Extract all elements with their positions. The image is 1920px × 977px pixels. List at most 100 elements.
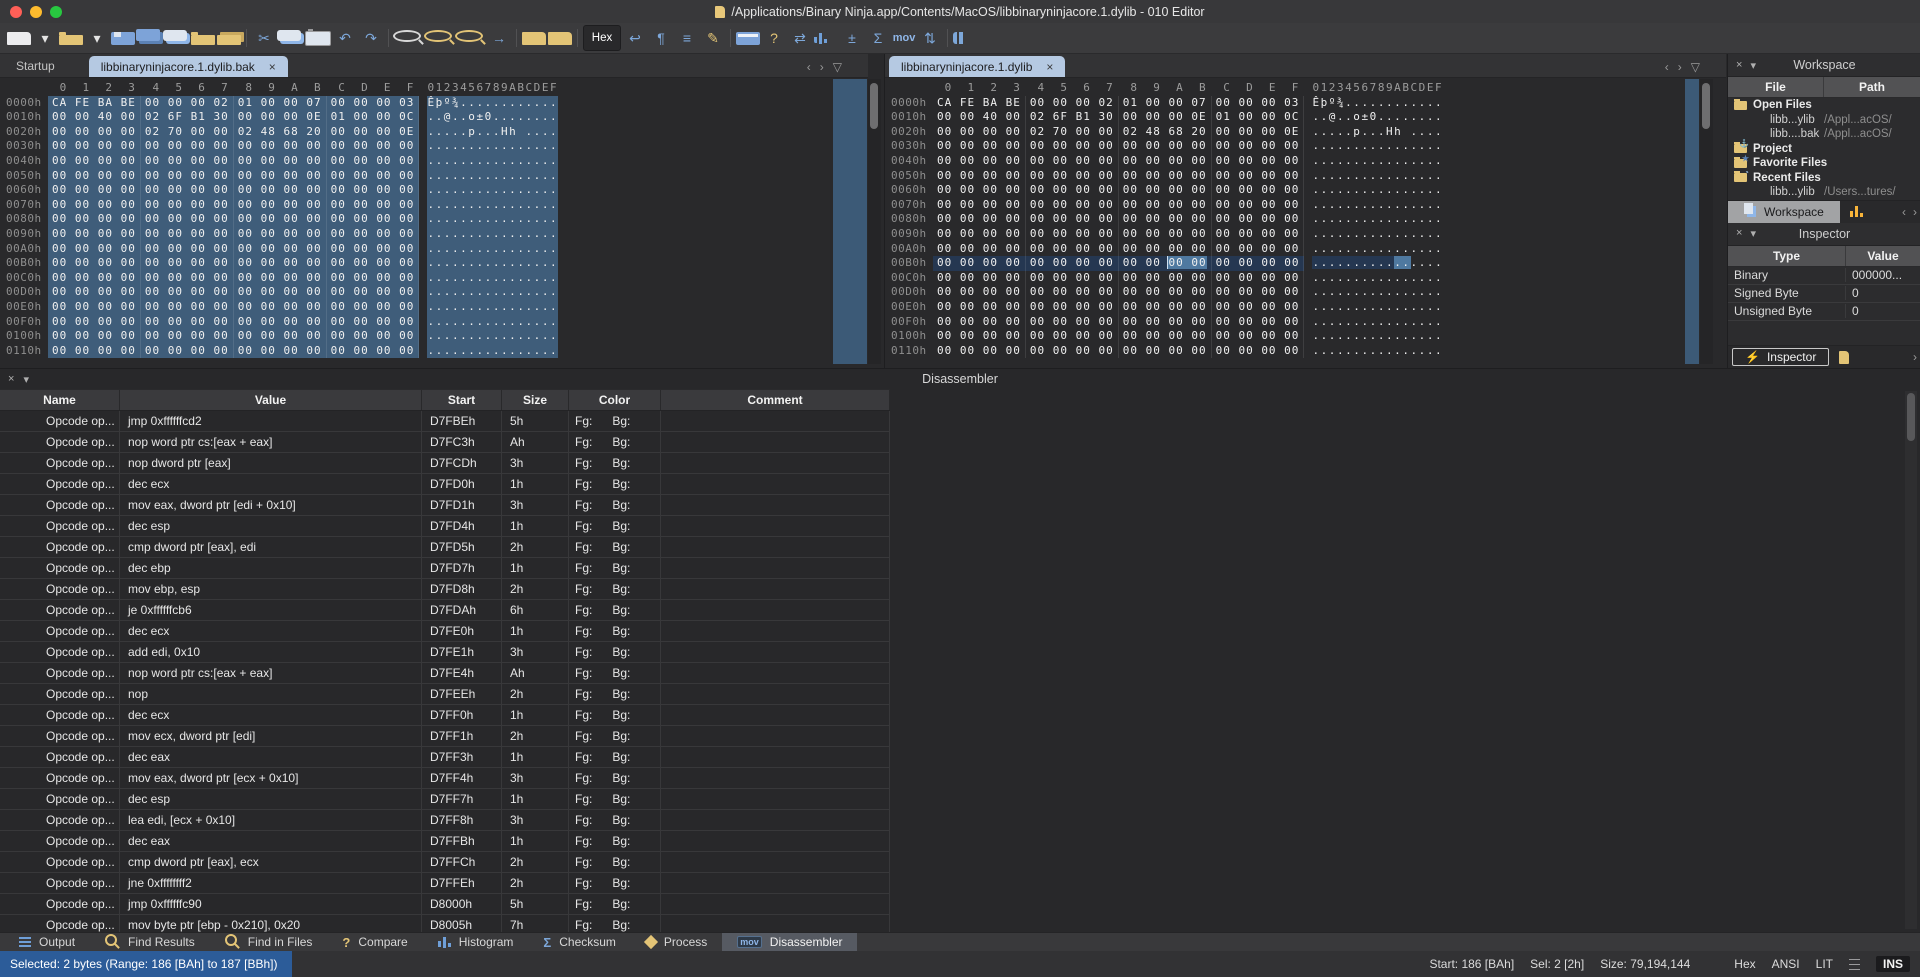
- prev-panel-icon[interactable]: ‹: [1902, 205, 1906, 219]
- disassembler-row[interactable]: Opcode op... add edi, 0x10 D7FE1h 3h Fg:…: [0, 642, 890, 663]
- disassembler-row[interactable]: Opcode op... dec ecx D7FE0h 1h Fg: Bg:: [0, 621, 890, 642]
- tab-list-icon[interactable]: ▽: [833, 60, 842, 74]
- tooltab-disassembler[interactable]: mov Disassembler: [722, 933, 858, 951]
- scrollbar-thumb[interactable]: [1702, 83, 1710, 129]
- tab-dylib[interactable]: libbinaryninjacore.1.dylib ×: [889, 56, 1066, 77]
- disassembler-row[interactable]: Opcode op... je 0xffffffcb6 D7FDAh 6h Fg…: [0, 600, 890, 621]
- hex-row[interactable]: 00C0h 00 00 00 00 00 00 00 00 00 00 00 0…: [0, 270, 868, 286]
- word-wrap-icon[interactable]: ↩: [623, 26, 647, 50]
- hex-row[interactable]: 0020h 00 00 00 00 02 70 00 00 02 48 68 2…: [885, 124, 1726, 140]
- workspace-file-item[interactable]: libb....bak /Appl...acOS/: [1728, 127, 1920, 142]
- disassembler-row[interactable]: Opcode op... mov eax, dword ptr [edi + 0…: [0, 495, 890, 516]
- hex-row[interactable]: 00A0h 00 00 00 00 00 00 00 00 00 00 00 0…: [0, 241, 868, 257]
- status-endian[interactable]: LIT: [1816, 957, 1833, 971]
- histogram-icon[interactable]: [814, 32, 838, 44]
- hex-row[interactable]: 0060h 00 00 00 00 00 00 00 00 00 00 00 0…: [885, 183, 1726, 198]
- scrollbar-thumb[interactable]: [1907, 393, 1915, 441]
- tooltab-histogram[interactable]: Histogram: [423, 933, 529, 951]
- hex-row[interactable]: 00A0h 00 00 00 00 00 00 00 00 00 00 00 0…: [885, 241, 1726, 257]
- selected-bytes[interactable]: 00 00: [1167, 256, 1207, 270]
- hex-row[interactable]: 0110h 00 00 00 00 00 00 00 00 00 00 00 0…: [0, 343, 868, 359]
- disassembler-row[interactable]: Opcode op... jmp 0xffffffcd2 D7FBEh 5h F…: [0, 411, 890, 432]
- hex-row[interactable]: 0010h 00 00 40 00 02 6F B1 30 00 00 00 0…: [885, 110, 1726, 125]
- template-run-icon[interactable]: [522, 31, 546, 45]
- hex-row[interactable]: 0050h 00 00 00 00 00 00 00 00 00 00 00 0…: [885, 168, 1726, 184]
- disassembler-row[interactable]: Opcode op... dec esp D7FF7h 1h Fg: Bg:: [0, 789, 890, 810]
- comment-column-header[interactable]: Comment: [661, 390, 890, 410]
- tooltab-find-in-files[interactable]: Find in Files: [210, 933, 328, 951]
- redo-icon[interactable]: ↷: [359, 26, 383, 50]
- folder-stack-icon[interactable]: [217, 35, 241, 45]
- inspector-row[interactable]: Unsigned Byte 0: [1728, 303, 1920, 321]
- tab-dylib-bak[interactable]: libbinaryninjacore.1.dylib.bak ×: [88, 56, 288, 77]
- right-pane-scrollbar[interactable]: [1700, 79, 1713, 364]
- copy-icon[interactable]: [277, 29, 301, 41]
- disassembler-row[interactable]: Opcode op... jne 0xffffffff2 D7FFEh 2h F…: [0, 873, 890, 894]
- hex-row[interactable]: 00E0h 00 00 00 00 00 00 00 00 00 00 00 0…: [0, 299, 868, 315]
- hex-row[interactable]: 0010h 00 00 40 00 02 6F B1 30 00 00 00 0…: [0, 110, 868, 125]
- hex-row[interactable]: 0040h 00 00 00 00 00 00 00 00 00 00 00 0…: [0, 153, 868, 169]
- hex-row[interactable]: 0110h 00 00 00 00 00 00 00 00 00 00 00 0…: [885, 343, 1726, 359]
- status-charset[interactable]: ANSI: [1772, 957, 1800, 971]
- tooltab-find-results[interactable]: Find Results: [90, 933, 210, 951]
- scrollbar-thumb[interactable]: [870, 83, 878, 129]
- hex-row[interactable]: 0080h 00 00 00 00 00 00 00 00 00 00 00 0…: [885, 212, 1726, 227]
- new-file-dropdown[interactable]: ▾: [33, 26, 57, 50]
- hex-row[interactable]: 0000h CA FE BA BE 00 00 00 02 01 00 00 0…: [885, 95, 1726, 111]
- show-whitespace-icon[interactable]: ¶: [649, 26, 673, 50]
- hex-row[interactable]: 0000h CA FE BA BE 00 00 00 02 01 00 00 0…: [0, 95, 868, 111]
- paste-icon[interactable]: [305, 28, 331, 46]
- disassembler-row[interactable]: Opcode op... dec esp D7FD4h 1h Fg: Bg:: [0, 516, 890, 537]
- path-column-header[interactable]: Path: [1824, 77, 1920, 97]
- tooltab-process[interactable]: Process: [631, 933, 722, 951]
- disassembler-row[interactable]: Opcode op... cmp dword ptr [eax], edi D7…: [0, 537, 890, 558]
- disassembler-row[interactable]: Opcode op... jmp 0xffffffc90 D8000h 5h F…: [0, 894, 890, 915]
- hex-row[interactable]: 00B0h 00 00 00 00 00 00 00 00 00 00 00 0…: [0, 256, 868, 271]
- inspector-row[interactable]: Signed Byte 0: [1728, 285, 1920, 303]
- disassembler-row[interactable]: Opcode op... dec ecx D7FD0h 1h Fg: Bg:: [0, 474, 890, 495]
- next-panel-icon[interactable]: ›: [1913, 205, 1917, 219]
- disassembler-row[interactable]: Opcode op... mov ecx, dword ptr [edi] D7…: [0, 726, 890, 747]
- value-column-header[interactable]: Value: [120, 390, 422, 410]
- tab-list-icon[interactable]: ▽: [1691, 60, 1700, 74]
- cut-icon[interactable]: ✂: [252, 26, 276, 50]
- tool-panel-scrollbar[interactable]: [1905, 391, 1917, 929]
- tab-startup[interactable]: Startup: [0, 59, 71, 77]
- next-tab-icon[interactable]: ›: [820, 60, 824, 74]
- value-column-header[interactable]: Value: [1846, 246, 1920, 266]
- hex-view-button[interactable]: Hex: [583, 25, 621, 51]
- next-panel-icon[interactable]: ›: [1913, 350, 1917, 364]
- hex-row[interactable]: 0050h 00 00 00 00 00 00 00 00 00 00 00 0…: [0, 168, 868, 184]
- disassembler-row[interactable]: Opcode op... mov eax, dword ptr [ecx + 0…: [0, 768, 890, 789]
- inspector-tab[interactable]: ⚡ Inspector: [1732, 348, 1830, 366]
- tooltab-compare[interactable]: ? Compare: [327, 933, 422, 951]
- workspace-tab[interactable]: Workspace: [1728, 200, 1840, 223]
- hex-row[interactable]: 0070h 00 00 00 00 00 00 00 00 00 00 00 0…: [885, 197, 1726, 213]
- open-file-dropdown[interactable]: ▾: [85, 26, 109, 50]
- columns-icon[interactable]: ≡: [675, 26, 699, 50]
- hex-row[interactable]: 0030h 00 00 00 00 00 00 00 00 00 00 00 0…: [885, 139, 1726, 154]
- find-icon[interactable]: [393, 30, 421, 42]
- disassembler-row[interactable]: Opcode op... cmp dword ptr [eax], ecx D7…: [0, 852, 890, 873]
- new-file-icon[interactable]: [7, 31, 31, 45]
- chart-panel-tab[interactable]: [1840, 201, 1873, 223]
- color-column-header[interactable]: Color: [569, 390, 661, 410]
- edit-highlight-icon[interactable]: ✎: [701, 26, 725, 50]
- next-tab-icon[interactable]: ›: [1678, 60, 1682, 74]
- disassembler-row[interactable]: Opcode op... nop word ptr cs:[eax + eax]…: [0, 663, 890, 684]
- open-file-icon[interactable]: [59, 31, 83, 45]
- number-convert-icon[interactable]: ⇅: [918, 26, 942, 50]
- workspace-open-files[interactable]: Open Files: [1728, 98, 1920, 113]
- hex-view-dylib[interactable]: 0 1 2 3 4 5 6 7 8 9 A B C D E F 01234567…: [885, 78, 1726, 359]
- workspace-file-item[interactable]: libb...ylib /Appl...acOS/: [1728, 113, 1920, 128]
- disassembler-row[interactable]: Opcode op... mov ebp, esp D7FD8h 2h Fg: B…: [0, 579, 890, 600]
- hex-row[interactable]: 00D0h 00 00 00 00 00 00 00 00 00 00 00 0…: [885, 285, 1726, 300]
- insert-mode-toggle[interactable]: INS: [1875, 956, 1910, 972]
- goto-icon[interactable]: →: [487, 26, 511, 50]
- inspector-row[interactable]: Binary 000000...: [1728, 267, 1920, 285]
- hex-row[interactable]: 00D0h 00 00 00 00 00 00 00 00 00 00 00 0…: [0, 285, 868, 300]
- hex-row[interactable]: 0040h 00 00 00 00 00 00 00 00 00 00 00 0…: [885, 153, 1726, 169]
- disassembler-row[interactable]: Opcode op... nop D7FEEh 2h Fg: Bg:: [0, 684, 890, 705]
- swap-endian-icon[interactable]: ⇄: [788, 26, 812, 50]
- hex-row[interactable]: 0100h 00 00 00 00 00 00 00 00 00 00 00 0…: [0, 329, 868, 344]
